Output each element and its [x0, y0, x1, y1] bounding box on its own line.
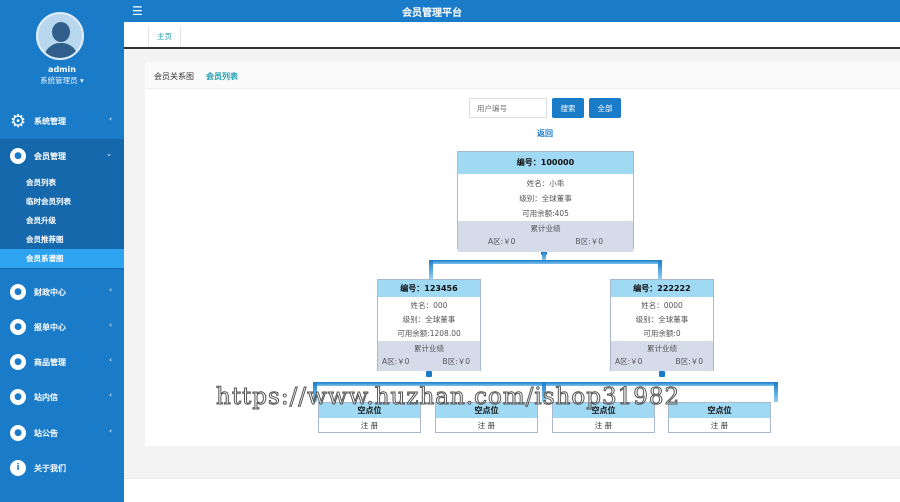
user-id-search-input[interactable]	[469, 98, 547, 118]
chevron-left-icon: ‹	[109, 115, 112, 123]
connector-dot	[426, 371, 432, 377]
user-icon: ●	[10, 319, 26, 335]
submenu-member-list[interactable]: 会员列表	[0, 173, 124, 192]
node-balance: 可用余额:1208.00	[397, 329, 461, 338]
area-b-value: B区:￥0	[575, 237, 603, 246]
chevron-left-icon: ‹	[109, 321, 112, 329]
sidebar: admin 系统管理员 ▾ ⚙ 系统管理 ‹ ● 会员管理 ⌄ 会员列表 临时会…	[0, 0, 124, 502]
register-link[interactable]: 注 册	[553, 418, 654, 433]
panel-title: 会员关系图	[154, 72, 194, 81]
register-link[interactable]: 注 册	[669, 418, 770, 433]
user-role-dropdown[interactable]: 系统管理员 ▾	[0, 75, 124, 86]
sidebar-item-orders[interactable]: ● 报单中心 ‹	[0, 310, 124, 344]
node-balance: 可用余额:405	[522, 209, 569, 218]
sidebar-item-finance[interactable]: ● 财政中心 ‹	[0, 275, 124, 309]
sidebar-item-messages[interactable]: ● 站内信 ‹	[0, 380, 124, 414]
app-title: 会员管理平台	[402, 8, 462, 19]
connector-line	[658, 260, 662, 279]
panel-header: 会员关系图 会员列表	[145, 62, 900, 89]
members-submenu: 会员列表 临时会员列表 会员升级 会员推荐图 会员系谱图	[0, 173, 124, 269]
area-a-value: A区:￥0	[488, 237, 516, 246]
avatar[interactable]	[36, 12, 84, 60]
node-performance: 累计业绩 A区:￥0 B区:￥0	[458, 221, 633, 252]
area-b-value: B区:￥0	[675, 357, 703, 366]
user-icon: ●	[10, 354, 26, 370]
node-id: 编号：222222	[611, 280, 713, 297]
sidebar-item-about[interactable]: i 关于我们	[0, 451, 124, 485]
chevron-left-icon: ‹	[109, 356, 112, 364]
empty-slot-title: 空点位	[669, 403, 770, 418]
register-link[interactable]: 注 册	[319, 418, 420, 433]
node-balance: 可用余额:0	[643, 329, 681, 338]
submenu-genealogy-chart[interactable]: 会员系谱图	[0, 249, 124, 268]
node-performance: 累计业绩 A区:￥0 B区:￥0	[378, 341, 480, 371]
tab-bar: 主页	[124, 22, 900, 49]
performance-title: 累计业绩	[530, 224, 561, 233]
tree-node-right[interactable]: 编号：222222 姓名：0000 级别：全球董事 可用余额:0 累计业绩 A区…	[610, 279, 714, 371]
node-name: 姓名：小乖	[526, 179, 565, 188]
tree-node-root[interactable]: 编号：100000 姓名：小乖 级别：全球董事 可用余额:405 累计业绩 A区…	[457, 151, 634, 252]
performance-title: 累计业绩	[414, 344, 444, 353]
top-header: ☰ 会员管理平台	[124, 0, 900, 22]
connector-line	[774, 382, 778, 402]
member-list-link[interactable]: 会员列表	[206, 71, 238, 82]
username: admin	[48, 65, 76, 74]
chevron-left-icon: ‹	[109, 427, 112, 435]
footer-bar	[124, 478, 900, 502]
register-link[interactable]: 注 册	[436, 418, 537, 433]
submenu-referral-chart[interactable]: 会员推荐图	[0, 230, 124, 249]
connector-line	[429, 260, 433, 279]
area-b-value: B区:￥0	[442, 357, 470, 366]
node-id: 编号：100000	[458, 152, 633, 174]
search-button[interactable]: 搜索	[552, 98, 584, 118]
sidebar-item-members[interactable]: ● 会员管理 ⌄	[0, 139, 124, 173]
sidebar-item-system[interactable]: ⚙ 系统管理 ‹	[0, 104, 124, 138]
user-icon: ●	[10, 389, 26, 405]
sidebar-item-products[interactable]: ● 商品管理 ‹	[0, 345, 124, 379]
node-performance: 累计业绩 A区:￥0 B区:￥0	[611, 341, 713, 371]
back-link[interactable]: 返回	[537, 128, 553, 139]
user-icon: ●	[10, 425, 26, 441]
tab-home[interactable]: 主页	[148, 27, 181, 47]
show-all-button[interactable]: 全部	[589, 98, 621, 118]
submenu-temp-member-list[interactable]: 临时会员列表	[0, 192, 124, 211]
user-icon: ●	[10, 284, 26, 300]
node-name: 姓名：000	[410, 301, 448, 310]
empty-slot: 空点位 注 册	[668, 402, 771, 433]
area-a-value: A区:￥0	[382, 357, 410, 366]
area-a-value: A区:￥0	[615, 357, 643, 366]
performance-title: 累计业绩	[647, 344, 677, 353]
gear-icon: ⚙	[9, 110, 27, 132]
submenu-member-upgrade[interactable]: 会员升级	[0, 211, 124, 230]
connector-line	[429, 260, 662, 264]
tree-node-left[interactable]: 编号：123456 姓名：000 级别：全球董事 可用余额:1208.00 累计…	[377, 279, 481, 371]
node-level: 级别：全球董事	[635, 315, 689, 324]
chevron-left-icon: ‹	[109, 391, 112, 399]
node-level: 级别：全球董事	[402, 315, 456, 324]
chevron-down-icon: ⌄	[106, 150, 112, 158]
node-name: 姓名：0000	[641, 301, 683, 310]
user-icon: ●	[10, 148, 26, 164]
chevron-left-icon: ‹	[109, 286, 112, 294]
info-icon: i	[10, 460, 26, 476]
node-level: 级别：全球董事	[519, 194, 572, 203]
connector-dot	[659, 371, 665, 377]
sidebar-item-announcements[interactable]: ● 站公告 ‹	[0, 416, 124, 450]
watermark-text: https://www.huzhan.com/ishop31982	[215, 384, 681, 411]
node-id: 编号：123456	[378, 280, 480, 297]
